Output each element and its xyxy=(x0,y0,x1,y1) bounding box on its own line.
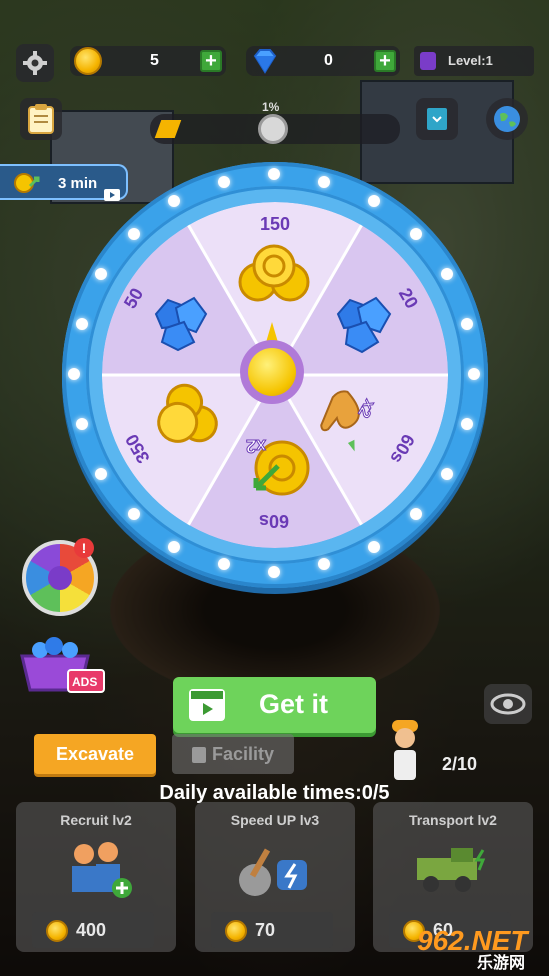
wheel-bulb xyxy=(95,268,107,280)
lock-icon xyxy=(191,747,206,764)
wheel-bulb xyxy=(368,541,380,553)
book-button[interactable] xyxy=(416,98,458,140)
add-coins-button[interactable]: + xyxy=(200,50,222,72)
wheel-bulb xyxy=(461,418,473,430)
wheel-bulb xyxy=(128,508,140,520)
wheel-bulb xyxy=(410,508,422,520)
gem-pile-icon xyxy=(336,296,392,354)
tab-facility-label: Facility xyxy=(211,744,275,764)
wheel-bulb xyxy=(461,318,473,330)
card-title: Speed UP lv3 xyxy=(230,812,320,828)
settings-button[interactable] xyxy=(16,44,54,82)
wheel-bulb xyxy=(128,228,140,240)
hub-knob xyxy=(248,348,296,396)
wheel-bulb xyxy=(441,268,453,280)
segment-label: 60s xyxy=(258,511,290,531)
video-icon xyxy=(104,189,120,201)
timer-text: 3 min xyxy=(58,175,98,192)
wheel-bulb xyxy=(168,541,180,553)
wheel-bulb xyxy=(268,566,280,578)
card-title: Recruit lv2 xyxy=(60,812,132,828)
tab-facility[interactable]: Facility xyxy=(172,734,294,774)
progress-label: 1% xyxy=(262,100,280,114)
coin-counter: 5 + xyxy=(70,46,226,76)
coin-double-icon: x2 xyxy=(245,436,310,496)
notification-badge: ! xyxy=(74,538,94,558)
truck-icon xyxy=(417,848,486,892)
progress-fill xyxy=(154,120,182,138)
free-gift-timer-button[interactable]: 3 min xyxy=(0,164,128,201)
wheel-bulb xyxy=(368,195,380,207)
stopwatch-icon xyxy=(258,114,288,144)
wheel-bulb xyxy=(318,176,330,188)
lucky-wheel-button[interactable]: ! xyxy=(22,538,98,616)
level-icon xyxy=(420,52,436,70)
coin-icon xyxy=(46,920,68,942)
card-title: Transport lv2 xyxy=(409,812,497,828)
level-label: Level:1 xyxy=(448,53,493,68)
coin-count: 5 xyxy=(150,52,159,69)
add-gems-button[interactable]: + xyxy=(374,50,396,72)
upgrade-price-button[interactable]: 70 xyxy=(211,912,333,948)
upgrade-card-recruit[interactable]: Recruit lv2 400 xyxy=(16,802,176,952)
svg-text:ADS: ADS xyxy=(72,675,97,689)
gem-count: 0 xyxy=(324,52,333,69)
book-icon xyxy=(427,108,447,130)
price-label: 70 xyxy=(255,920,276,940)
worker-count: 2/10 xyxy=(442,754,478,774)
wheel-bulb xyxy=(468,368,480,380)
camera-view-button[interactable] xyxy=(484,684,532,724)
wheel-bulb xyxy=(441,468,453,480)
wheel-bulb xyxy=(268,168,280,180)
gem-icon xyxy=(253,49,277,74)
gem-counter: 0 + xyxy=(246,46,400,76)
tasks-button[interactable] xyxy=(20,98,62,140)
gear-icon xyxy=(23,51,47,75)
segment-label: 150 xyxy=(259,214,291,234)
price-label: 400 xyxy=(76,920,107,940)
wheel-bulb xyxy=(218,558,230,570)
clipboard-icon xyxy=(28,104,54,134)
wheel-bulb xyxy=(76,418,88,430)
shovel-speed-icon xyxy=(239,848,307,896)
coin-arrow-icon xyxy=(14,173,40,193)
gem-pile-icon xyxy=(154,296,208,352)
coin-icon xyxy=(74,47,102,75)
watermark-subtitle: 乐游网 xyxy=(477,955,526,972)
coin-multiplier-label: x2 xyxy=(246,436,266,456)
tab-excavate[interactable]: Excavate xyxy=(34,734,156,774)
globe-button[interactable] xyxy=(486,98,528,140)
coin-stack-icon xyxy=(238,244,310,302)
get-it-button[interactable]: Get it xyxy=(173,677,376,733)
workers-icon xyxy=(72,842,132,898)
coin-icon xyxy=(225,920,247,942)
wheel-bulb xyxy=(95,468,107,480)
clapperboard-icon xyxy=(189,689,225,721)
get-it-label: Get it xyxy=(259,689,329,719)
wheel-bulb xyxy=(76,318,88,330)
level-indicator: Level:1 xyxy=(414,46,534,76)
wheel-bulb xyxy=(218,176,230,188)
wheel-bulb xyxy=(68,368,80,380)
wheel-bulb xyxy=(168,195,180,207)
wheel-bulb xyxy=(410,228,422,240)
upgrade-card-speed[interactable]: Speed UP lv3 70 xyxy=(195,802,355,952)
upgrade-price-button[interactable]: 400 xyxy=(32,912,154,948)
wheel-mini-hub xyxy=(48,566,72,590)
site-watermark: 962.NET 乐游网 xyxy=(405,925,549,972)
globe-icon xyxy=(494,106,520,132)
worker-avatar xyxy=(392,720,418,780)
wheel-bulb xyxy=(318,558,330,570)
ads-gem-cart-button[interactable]: ADS xyxy=(16,630,106,700)
wheel-hub xyxy=(240,340,304,404)
